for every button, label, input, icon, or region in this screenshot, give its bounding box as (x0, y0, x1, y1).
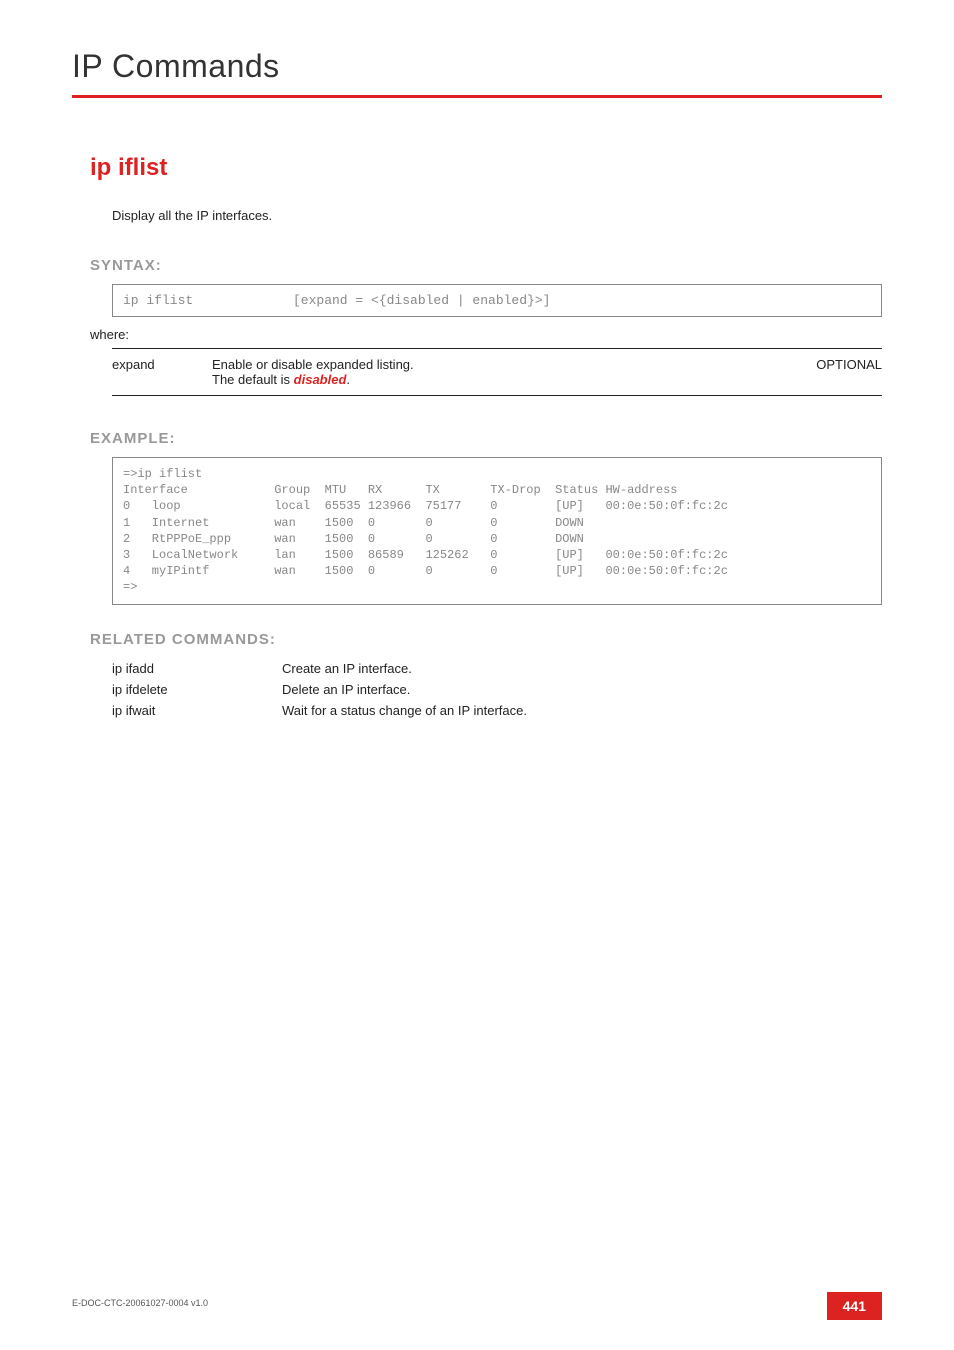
param-table: expand Enable or disable expanded listin… (112, 348, 882, 396)
example-label: EXAMPLE: (90, 430, 882, 447)
param-req: OPTIONAL (772, 349, 882, 396)
param-name: expand (112, 349, 212, 396)
related-label: RELATED COMMANDS: (90, 631, 882, 648)
footer-doc-id: E-DOC-CTC-20061027-0004 v1.0 (72, 1298, 208, 1308)
syntax-label: SYNTAX: (90, 257, 882, 274)
param-desc: Enable or disable expanded listing. The … (212, 349, 772, 396)
syntax-args: [expand = <{disabled | enabled}>] (293, 293, 550, 308)
syntax-box: ip iflist [expand = <{disabled | enabled… (112, 284, 882, 317)
related-desc: Wait for a status change of an IP interf… (282, 700, 527, 721)
param-desc-post: . (346, 372, 350, 387)
syntax-cmd: ip iflist (123, 293, 293, 308)
chapter-title: IP Commands (72, 48, 882, 85)
where-label: where: (90, 327, 882, 342)
param-row: expand Enable or disable expanded listin… (112, 349, 882, 396)
related-cmd: ip ifdelete (112, 679, 282, 700)
related-desc: Create an IP interface. (282, 658, 527, 679)
related-row: ip ifadd Create an IP interface. (112, 658, 527, 679)
related-table: ip ifadd Create an IP interface. ip ifde… (112, 658, 527, 721)
related-cmd: ip ifadd (112, 658, 282, 679)
footer-page-number: 441 (827, 1292, 882, 1320)
command-title: ip iflist (90, 154, 882, 182)
command-description: Display all the IP interfaces. (112, 208, 882, 223)
related-row: ip ifdelete Delete an IP interface. (112, 679, 527, 700)
example-box: =>ip iflist Interface Group MTU RX TX TX… (112, 457, 882, 605)
related-row: ip ifwait Wait for a status change of an… (112, 700, 527, 721)
related-desc: Delete an IP interface. (282, 679, 527, 700)
param-desc-em: disabled (294, 372, 347, 387)
related-cmd: ip ifwait (112, 700, 282, 721)
red-rule (72, 95, 882, 98)
